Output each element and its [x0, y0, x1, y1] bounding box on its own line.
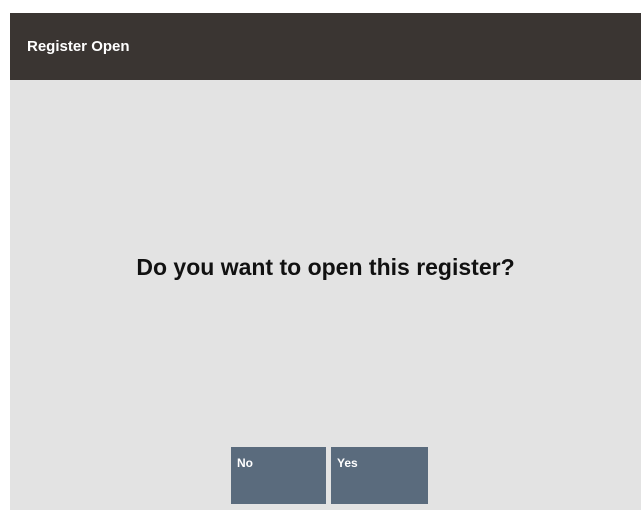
no-button-label: No	[237, 456, 253, 470]
no-button[interactable]: No	[231, 447, 326, 504]
yes-button-label: Yes	[337, 456, 358, 470]
confirmation-prompt: Do you want to open this register?	[136, 254, 515, 280]
yes-button[interactable]: Yes	[331, 447, 428, 504]
title-bar: Register Open	[10, 13, 641, 80]
window-title: Register Open	[27, 38, 130, 55]
register-open-window: Register Open Do you want to open this r…	[10, 13, 641, 510]
